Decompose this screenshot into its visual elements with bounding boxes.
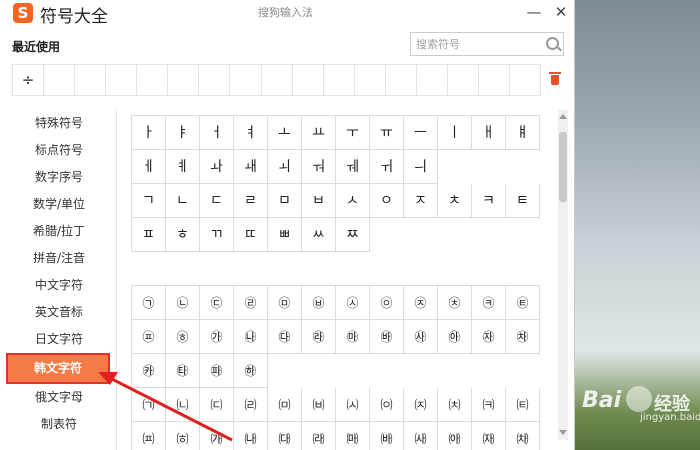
annotation-arrow [98,372,233,442]
arrow-head [98,372,118,385]
arrow-shaft [107,375,233,442]
